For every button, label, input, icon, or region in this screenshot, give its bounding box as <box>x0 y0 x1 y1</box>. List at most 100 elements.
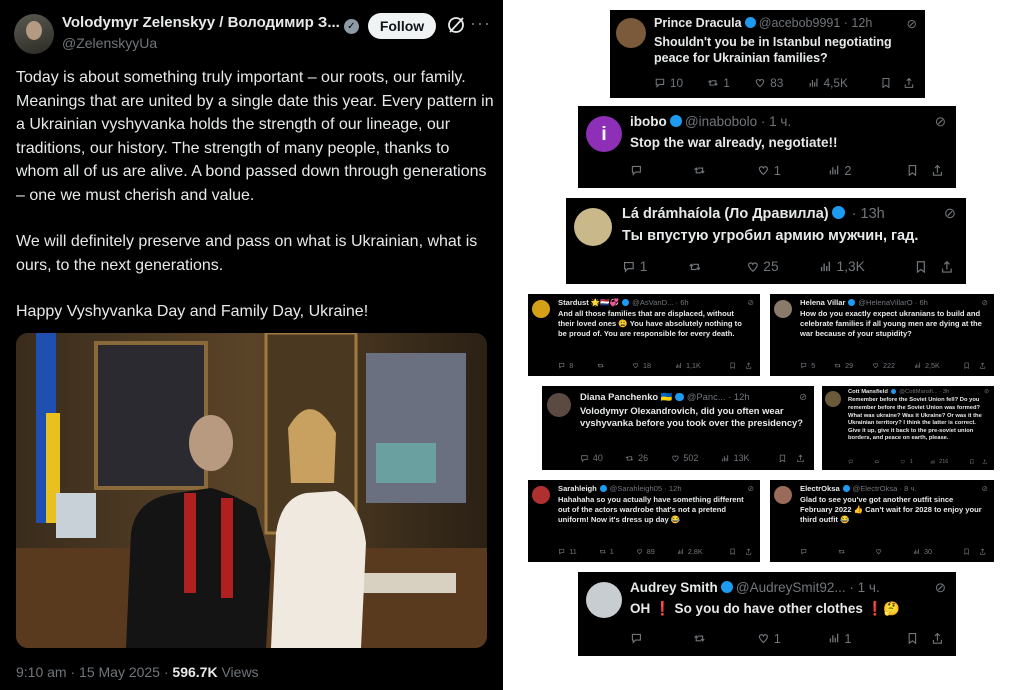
author-name-row[interactable]: Volodymyr Zelenskyy / Володимир З... ✓ <box>62 14 359 34</box>
grok-icon[interactable]: ⊘ <box>935 114 946 130</box>
bookmark-icon[interactable] <box>963 362 970 369</box>
bookmark-icon[interactable] <box>778 454 787 463</box>
views-button[interactable]: 2,8K <box>677 547 703 556</box>
grok-icon[interactable]: ⊘ <box>748 298 754 307</box>
reply-card[interactable]: i ibobo @inabobolo · 1 ч. ⊘ Stop the war alr… <box>578 106 956 188</box>
author-avatar[interactable] <box>14 14 54 54</box>
reply-card[interactable]: Diana Panchenko 🇺🇦 @Panc... · 12h ⊘ Volodym… <box>542 386 814 470</box>
retweet-button[interactable]: 29 <box>834 361 853 370</box>
views-button[interactable]: 2 <box>828 163 852 178</box>
share-icon[interactable] <box>979 548 986 555</box>
share-icon[interactable] <box>745 362 752 369</box>
share-icon[interactable] <box>982 459 988 465</box>
like-button[interactable]: 83 <box>754 76 783 90</box>
grok-icon[interactable]: ⊘ <box>907 16 917 31</box>
retweet-button[interactable]: 26 <box>625 453 648 463</box>
reply-author-name[interactable]: ElectrOksa <box>800 484 840 493</box>
retweet-button[interactable] <box>693 631 710 646</box>
reply-button[interactable] <box>630 163 647 178</box>
like-button[interactable] <box>875 547 886 556</box>
reply-avatar[interactable] <box>586 582 622 618</box>
grok-icon[interactable] <box>446 15 466 35</box>
share-icon[interactable] <box>903 77 915 89</box>
reply-button[interactable]: 11 <box>558 547 577 556</box>
reply-author-name[interactable]: Audrey Smith <box>630 580 718 595</box>
more-options-icon[interactable]: ··· <box>470 13 491 34</box>
reply-avatar[interactable]: i <box>586 116 622 152</box>
reply-author-name[interactable]: Stardust 🌟🇳🇱💞 <box>558 298 619 307</box>
reply-avatar[interactable] <box>774 300 792 318</box>
tweet-photo[interactable] <box>16 333 487 648</box>
grok-icon[interactable]: ⊘ <box>944 206 956 222</box>
follow-button[interactable]: Follow <box>368 13 436 39</box>
reply-avatar[interactable] <box>532 300 550 318</box>
retweet-button[interactable]: 1 <box>707 76 730 90</box>
like-button[interactable]: 1 <box>900 459 913 465</box>
views-button[interactable]: 1,1K <box>675 361 701 370</box>
reply-author-name[interactable]: Helena Villar <box>800 298 845 307</box>
like-button[interactable]: 1 <box>757 631 781 646</box>
reply-handle[interactable]: · 13h <box>848 206 885 222</box>
reply-handle[interactable]: @Sarahleigh05 · 12h <box>610 484 682 493</box>
like-button[interactable]: 25 <box>746 259 779 274</box>
reply-avatar[interactable] <box>532 486 550 504</box>
reply-card[interactable]: Lá drámhaíola (Ло Дравилла) · 13h ⊘ Ты впу… <box>566 198 966 284</box>
grok-icon[interactable]: ⊘ <box>982 298 988 307</box>
reply-avatar[interactable] <box>616 18 646 48</box>
retweet-button[interactable] <box>874 459 884 465</box>
retweet-button[interactable]: 1 <box>599 547 614 556</box>
author-handle[interactable]: @ZelenskyyUa <box>62 35 157 51</box>
views-button[interactable]: 1 <box>828 631 852 646</box>
grok-icon[interactable]: ⊘ <box>982 484 988 493</box>
retweet-button[interactable] <box>693 163 710 178</box>
share-icon[interactable] <box>940 260 954 274</box>
reply-card[interactable]: Helena Villar @HelenaVillarO · 6h ⊘ How do … <box>770 294 994 376</box>
reply-card[interactable]: Prince Dracula @acebob9991 · 12h ⊘ Shouldn'… <box>610 10 925 98</box>
retweet-button[interactable] <box>838 547 849 556</box>
reply-button[interactable] <box>630 631 647 646</box>
reply-avatar[interactable] <box>825 391 841 407</box>
views-button[interactable]: 2,5K <box>914 361 940 370</box>
bookmark-icon[interactable] <box>906 164 919 177</box>
grok-icon[interactable]: ⊘ <box>984 389 989 395</box>
like-button[interactable]: 1 <box>757 163 781 178</box>
reply-card[interactable]: Audrey Smith @AudreySmit92... · 1 ч. ⊘ OH ❗… <box>578 572 956 656</box>
reply-author-name[interactable]: Diana Panchenko 🇺🇦 <box>580 391 672 402</box>
reply-handle[interactable]: @HelenaVillarO · 6h <box>858 298 928 307</box>
reply-button[interactable]: 40 <box>580 453 603 463</box>
reply-button[interactable]: 5 <box>800 361 815 370</box>
reply-card[interactable]: Sarahleigh @Sarahleigh05 · 12h ⊘ Hahahaha s… <box>528 480 760 562</box>
like-button[interactable]: 502 <box>671 453 698 463</box>
bookmark-icon[interactable] <box>729 548 736 555</box>
bookmark-icon[interactable] <box>906 632 919 645</box>
reply-handle[interactable]: @ElectrOksa · 8 ч. <box>853 484 917 493</box>
author-name[interactable]: Volodymyr Zelenskyy / Володимир З... <box>62 14 340 31</box>
share-icon[interactable] <box>931 632 944 645</box>
views-button[interactable]: 13K <box>721 453 750 463</box>
retweet-button[interactable] <box>688 259 706 274</box>
grok-icon[interactable]: ⊘ <box>748 484 754 493</box>
reply-card[interactable]: Cott Mansfield @CottMansfi... · 3h ⊘ Rememb… <box>822 386 994 470</box>
reply-author-name[interactable]: Cott Mansfield <box>848 389 888 395</box>
reply-button[interactable]: 1 <box>622 259 647 274</box>
reply-author-name[interactable]: Sarahleigh <box>558 484 597 493</box>
share-icon[interactable] <box>931 164 944 177</box>
reply-button[interactable]: 8 <box>558 361 573 370</box>
share-icon[interactable] <box>796 454 805 463</box>
views-button[interactable]: 30 <box>913 547 932 556</box>
bookmark-icon[interactable] <box>963 548 970 555</box>
tweet-timestamp[interactable]: 9:10 am · 15 May 2025 · <box>16 664 172 680</box>
views-button[interactable]: 216 <box>930 459 948 465</box>
share-icon[interactable] <box>745 548 752 555</box>
reply-card[interactable]: Stardust 🌟🇳🇱💞 @AsVanD... · 6h ⊘ And all tho… <box>528 294 760 376</box>
views-button[interactable]: 4,5K <box>808 76 848 90</box>
reply-author-name[interactable]: ibobo <box>630 114 667 129</box>
reply-handle[interactable]: @AsVanD... · 6h <box>632 298 689 307</box>
reply-avatar[interactable] <box>547 393 571 417</box>
grok-icon[interactable]: ⊘ <box>799 391 807 403</box>
reply-handle[interactable]: @AudreySmit92... · 1 ч. <box>736 580 880 595</box>
reply-avatar[interactable] <box>774 486 792 504</box>
reply-button[interactable] <box>800 547 811 556</box>
bookmark-icon[interactable] <box>880 77 892 89</box>
like-button[interactable]: 18 <box>632 361 651 370</box>
